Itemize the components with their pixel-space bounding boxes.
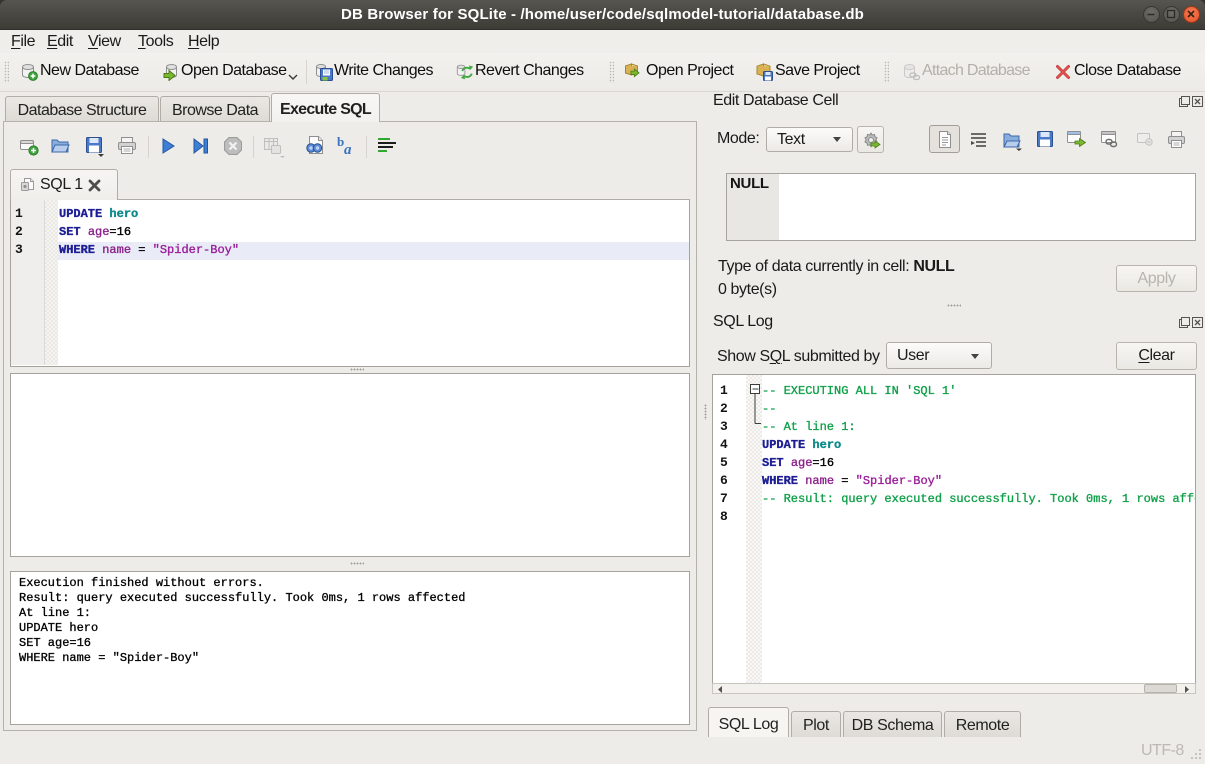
svg-text:a: a (344, 142, 352, 157)
